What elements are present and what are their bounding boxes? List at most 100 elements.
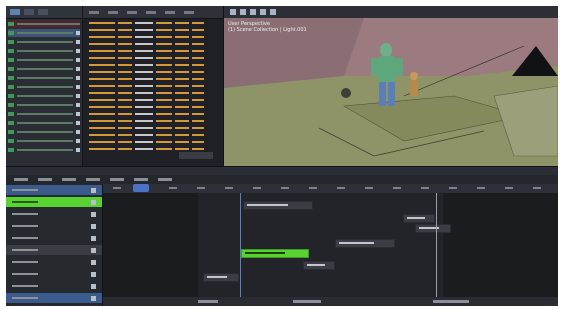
outliner-item[interactable] xyxy=(8,137,80,145)
spreadsheet-row[interactable] xyxy=(83,69,223,75)
nla-track[interactable] xyxy=(6,209,102,219)
outliner-editor-icon[interactable] xyxy=(10,9,20,15)
visibility-icon[interactable] xyxy=(76,94,80,98)
visibility-icon[interactable] xyxy=(76,103,80,107)
spreadsheet-row[interactable] xyxy=(83,132,223,138)
nla-strips-area[interactable] xyxy=(103,193,558,297)
playhead-line[interactable] xyxy=(240,193,241,297)
view-icon[interactable] xyxy=(230,9,236,15)
marker-line[interactable] xyxy=(436,193,437,297)
ball-object[interactable] xyxy=(341,88,351,98)
nla-track-selected[interactable] xyxy=(6,197,102,207)
outliner-item[interactable] xyxy=(8,56,80,64)
menu-select[interactable] xyxy=(62,178,76,181)
spreadsheet-row[interactable] xyxy=(83,76,223,82)
outliner-item[interactable] xyxy=(8,74,80,82)
visibility-icon[interactable] xyxy=(76,121,80,125)
spreadsheet-row[interactable] xyxy=(83,90,223,96)
spreadsheet-row[interactable] xyxy=(83,48,223,54)
checkbox-icon[interactable] xyxy=(91,283,96,289)
nla-strip-active[interactable] xyxy=(241,249,309,258)
spreadsheet-row[interactable] xyxy=(83,111,223,117)
spreadsheet-row[interactable] xyxy=(83,20,223,26)
spreadsheet-row[interactable] xyxy=(83,104,223,110)
nla-strip[interactable] xyxy=(415,224,451,233)
outliner-item[interactable] xyxy=(8,65,80,73)
checkbox-icon[interactable] xyxy=(91,271,96,277)
spreadsheet-footer-button[interactable] xyxy=(179,152,213,159)
playhead-frame-indicator[interactable] xyxy=(133,184,149,192)
menu-add[interactable] xyxy=(110,178,124,181)
3d-viewport[interactable]: User Perspective (1) Scene Collection | … xyxy=(224,6,558,166)
outliner-item[interactable] xyxy=(8,101,80,109)
visibility-icon[interactable] xyxy=(76,67,80,71)
checkbox-icon[interactable] xyxy=(91,199,96,205)
shading-icon[interactable] xyxy=(270,9,276,15)
outliner-item[interactable] xyxy=(8,20,80,28)
checkbox-icon[interactable] xyxy=(91,211,96,217)
checkbox-icon[interactable] xyxy=(91,223,96,229)
visibility-icon[interactable] xyxy=(76,148,80,152)
menu-marker[interactable] xyxy=(86,178,100,181)
editor-type-icon[interactable] xyxy=(14,178,28,181)
spreadsheet-row[interactable] xyxy=(83,139,223,145)
nla-track[interactable] xyxy=(6,281,102,291)
area-splitter[interactable] xyxy=(6,166,558,175)
nla-strip[interactable] xyxy=(335,239,395,248)
spreadsheet-row[interactable] xyxy=(83,125,223,131)
timeline-ruler[interactable] xyxy=(103,184,558,193)
checkbox-icon[interactable] xyxy=(91,235,96,241)
visibility-icon[interactable] xyxy=(76,130,80,134)
nla-strip[interactable] xyxy=(303,261,335,270)
spreadsheet-row[interactable] xyxy=(83,41,223,47)
visibility-icon[interactable] xyxy=(76,85,80,89)
outliner-item[interactable] xyxy=(8,146,80,154)
spreadsheet-row[interactable] xyxy=(83,55,223,61)
search-icon[interactable] xyxy=(38,9,48,15)
outliner-item[interactable] xyxy=(8,92,80,100)
visibility-icon[interactable] xyxy=(76,139,80,143)
menu-track[interactable] xyxy=(134,178,148,181)
checkbox-icon[interactable] xyxy=(91,295,96,301)
outliner-item[interactable] xyxy=(8,128,80,136)
menu-strip[interactable] xyxy=(158,178,172,181)
outliner-item[interactable] xyxy=(8,47,80,55)
outliner-item[interactable] xyxy=(8,119,80,127)
nla-strip[interactable] xyxy=(403,214,435,223)
outliner-item[interactable] xyxy=(8,83,80,91)
visibility-icon[interactable] xyxy=(76,58,80,62)
visibility-icon[interactable] xyxy=(76,31,80,35)
nla-track[interactable] xyxy=(6,245,102,255)
visibility-icon[interactable] xyxy=(76,112,80,116)
nla-object-row[interactable] xyxy=(6,293,102,303)
visibility-icon[interactable] xyxy=(76,76,80,80)
menu-view[interactable] xyxy=(38,178,52,181)
outliner-item[interactable] xyxy=(8,38,80,46)
checkbox-icon[interactable] xyxy=(91,259,96,265)
ruler-tick xyxy=(197,187,205,189)
checkbox-icon[interactable] xyxy=(91,187,96,193)
spreadsheet-row[interactable] xyxy=(83,97,223,103)
visibility-icon[interactable] xyxy=(76,40,80,44)
spreadsheet-row[interactable] xyxy=(83,34,223,40)
object-mode-icon[interactable] xyxy=(260,9,266,15)
select-icon[interactable] xyxy=(240,9,246,15)
outliner-item[interactable] xyxy=(8,110,80,118)
spreadsheet-row[interactable] xyxy=(83,118,223,124)
spreadsheet-row[interactable] xyxy=(83,27,223,33)
nla-strip[interactable] xyxy=(243,201,313,210)
spreadsheet-row[interactable] xyxy=(83,83,223,89)
add-icon[interactable] xyxy=(250,9,256,15)
small-figure[interactable] xyxy=(410,72,418,96)
filter-icon[interactable] xyxy=(24,9,34,15)
spreadsheet-row[interactable] xyxy=(83,62,223,68)
visibility-icon[interactable] xyxy=(76,49,80,53)
nla-track[interactable] xyxy=(6,221,102,231)
nla-object-row[interactable] xyxy=(6,185,102,195)
checkbox-icon[interactable] xyxy=(91,247,96,253)
nla-track[interactable] xyxy=(6,233,102,243)
nla-track[interactable] xyxy=(6,257,102,267)
nla-strip[interactable] xyxy=(203,273,239,282)
outliner-item-selected[interactable] xyxy=(8,29,80,37)
nla-track[interactable] xyxy=(6,269,102,279)
